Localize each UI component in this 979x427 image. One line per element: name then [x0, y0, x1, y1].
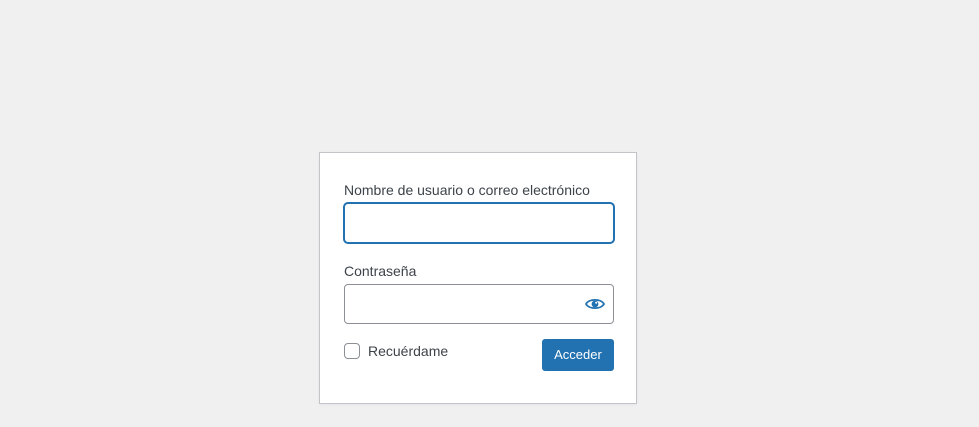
- eye-icon: [585, 297, 605, 311]
- show-password-button[interactable]: [580, 289, 610, 319]
- password-label: Contraseña: [344, 263, 417, 279]
- login-form: Nombre de usuario o correo electrónico C…: [319, 152, 637, 404]
- remember-me-option[interactable]: Recuérdame: [344, 341, 448, 361]
- username-label: Nombre de usuario o correo electrónico: [344, 182, 590, 198]
- username-input[interactable]: [344, 203, 614, 243]
- password-input[interactable]: [344, 284, 614, 324]
- remember-me-label: Recuérdame: [368, 343, 449, 359]
- login-page: Nombre de usuario o correo electrónico C…: [0, 0, 979, 427]
- login-button[interactable]: Acceder: [542, 339, 614, 371]
- remember-me-checkbox[interactable]: [344, 343, 360, 359]
